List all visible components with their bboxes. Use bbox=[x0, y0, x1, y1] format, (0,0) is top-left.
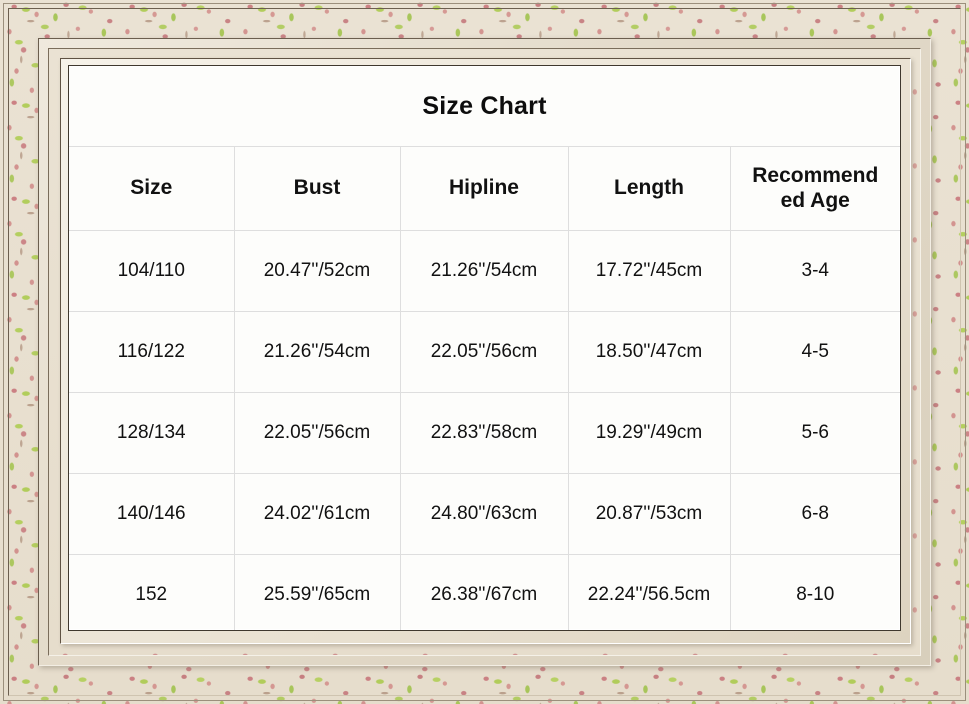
table-header-row: Size Bust Hipline Length Recommend ed Ag… bbox=[69, 146, 900, 231]
cell-hipline: 22.83''/58cm bbox=[400, 392, 569, 474]
column-header-hipline: Hipline bbox=[400, 146, 569, 231]
cell-length: 19.29''/49cm bbox=[568, 392, 731, 474]
recommended-age-line-2: ed Age bbox=[780, 188, 850, 212]
table-row: 140/146 24.02''/61cm 24.80''/63cm 20.87'… bbox=[69, 473, 900, 555]
cell-hipline: 22.05''/56cm bbox=[400, 311, 569, 393]
decorative-floral-frame: Size Chart Size Bust Hipline Length Reco… bbox=[0, 0, 969, 704]
page-title: Size Chart bbox=[422, 92, 547, 120]
cell-length: 18.50''/47cm bbox=[568, 311, 731, 393]
cell-size: 128/134 bbox=[69, 392, 235, 474]
cell-age: 3-4 bbox=[730, 230, 900, 312]
cell-length: 20.87''/53cm bbox=[568, 473, 731, 555]
cell-length: 17.72''/45cm bbox=[568, 230, 731, 312]
cell-hipline: 26.38''/67cm bbox=[400, 554, 569, 630]
cell-size: 152 bbox=[69, 554, 235, 630]
cell-size: 140/146 bbox=[69, 473, 235, 555]
cell-age: 5-6 bbox=[730, 392, 900, 474]
cell-bust: 24.02''/61cm bbox=[234, 473, 401, 555]
table-row: 104/110 20.47''/52cm 21.26''/54cm 17.72'… bbox=[69, 230, 900, 312]
cell-bust: 20.47''/52cm bbox=[234, 230, 401, 312]
cell-bust: 22.05''/56cm bbox=[234, 392, 401, 474]
column-header-bust: Bust bbox=[234, 146, 401, 231]
size-chart-table: Size Bust Hipline Length Recommend ed Ag… bbox=[69, 146, 900, 630]
table-header: Size Bust Hipline Length Recommend ed Ag… bbox=[69, 146, 900, 231]
cell-size: 104/110 bbox=[69, 230, 235, 312]
cell-bust: 25.59''/65cm bbox=[234, 554, 401, 630]
table-body: 104/110 20.47''/52cm 21.26''/54cm 17.72'… bbox=[69, 230, 900, 630]
cell-length: 22.24''/56.5cm bbox=[568, 554, 731, 630]
cell-bust: 21.26''/54cm bbox=[234, 311, 401, 393]
recommended-age-line-1: Recommend bbox=[752, 163, 879, 187]
column-header-recommended-age: Recommend ed Age bbox=[730, 146, 900, 231]
cell-hipline: 21.26''/54cm bbox=[400, 230, 569, 312]
column-header-length: Length bbox=[568, 146, 731, 231]
table-row: 116/122 21.26''/54cm 22.05''/56cm 18.50'… bbox=[69, 311, 900, 393]
cell-age: 4-5 bbox=[730, 311, 900, 393]
size-chart-card: Size Chart Size Bust Hipline Length Reco… bbox=[68, 65, 901, 631]
column-header-size: Size bbox=[69, 146, 235, 231]
cell-age: 8-10 bbox=[730, 554, 900, 630]
cell-age: 6-8 bbox=[730, 473, 900, 555]
table-row: 128/134 22.05''/56cm 22.83''/58cm 19.29'… bbox=[69, 392, 900, 474]
cell-size: 116/122 bbox=[69, 311, 235, 393]
table-row: 152 25.59''/65cm 26.38''/67cm 22.24''/56… bbox=[69, 554, 900, 630]
cell-hipline: 24.80''/63cm bbox=[400, 473, 569, 555]
